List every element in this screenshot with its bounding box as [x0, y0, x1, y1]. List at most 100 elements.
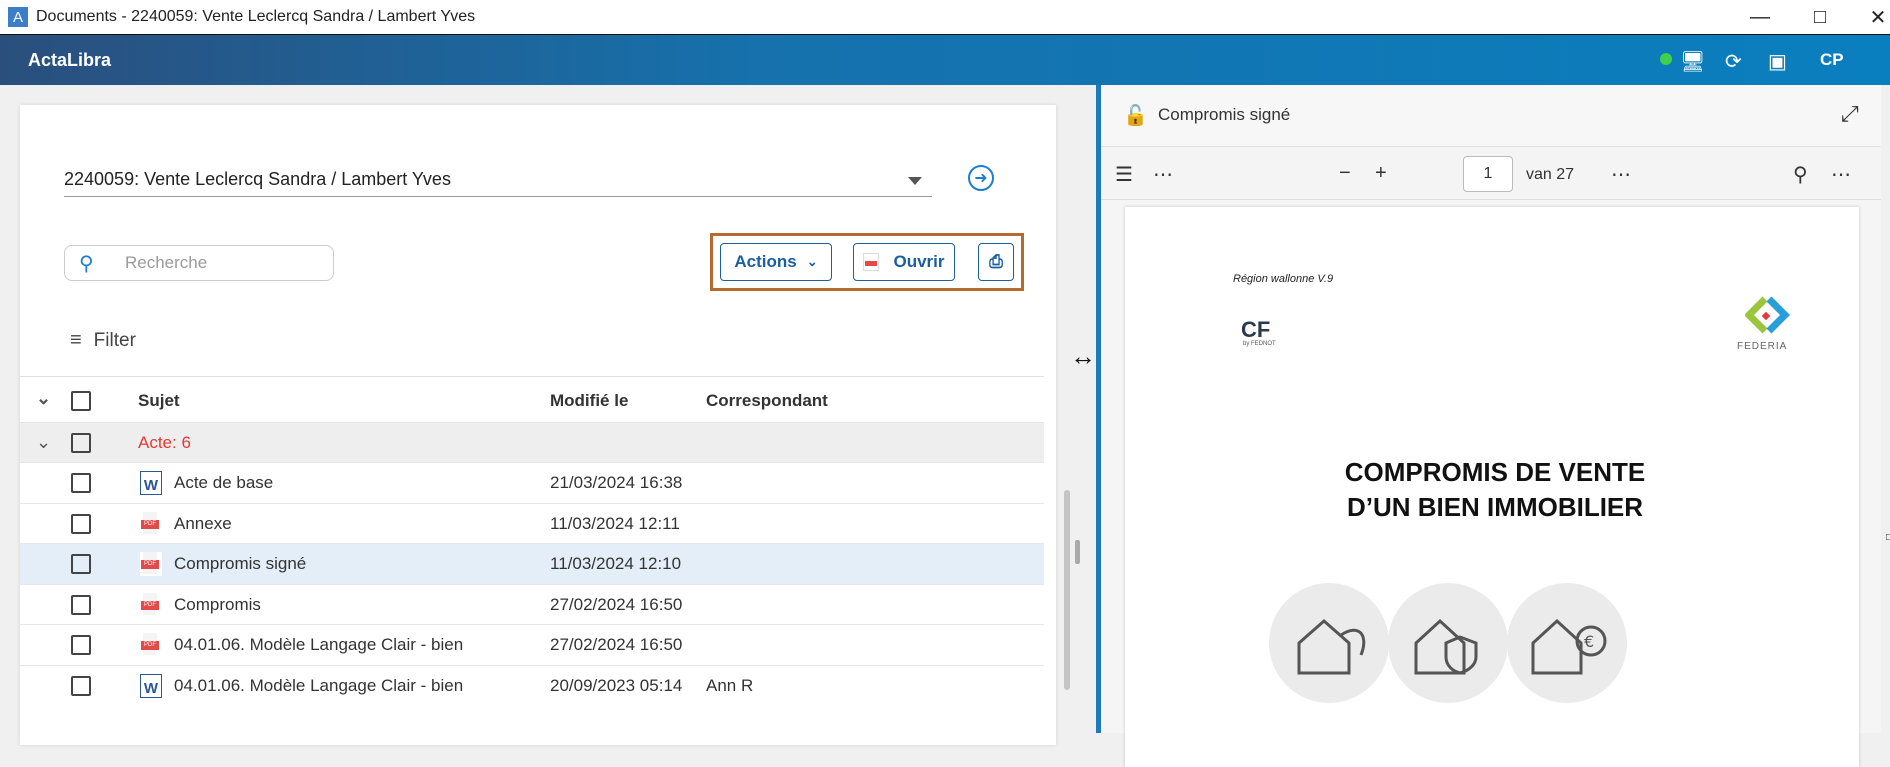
pdf-file-icon	[140, 511, 162, 536]
group-chevron-icon[interactable]: ⌄	[36, 432, 51, 453]
table-row[interactable]: W Acte de base 21/03/2024 16:38	[20, 462, 1044, 503]
search-box[interactable]: ⚲	[64, 245, 334, 281]
minimize-button[interactable]: —	[1730, 0, 1790, 34]
expand-icon[interactable]: ⤢	[1841, 101, 1859, 127]
row-checkbox[interactable]	[71, 635, 91, 655]
row-subject: Compromis	[174, 594, 261, 614]
group-label: Acte: 6	[138, 433, 191, 452]
table-header: ⌄ Sujet Modifié le Correspondant	[20, 376, 1044, 422]
documents-table: ⌄ Sujet Modifié le Correspondant ⌄ Acte:…	[20, 376, 1044, 705]
table-row[interactable]: 04.01.06. Modèle Langage Clair - bien si…	[20, 624, 1044, 665]
resize-handle-icon: □	[1886, 532, 1890, 543]
table-row[interactable]: Annexe 11/03/2024 12:11	[20, 502, 1044, 544]
row-checkbox[interactable]	[71, 594, 91, 615]
splitter-handle[interactable]	[1075, 540, 1080, 564]
region-label: Région wallonne V.9	[1233, 273, 1334, 285]
print-button[interactable]: ⎙	[978, 243, 1014, 281]
close-button[interactable]: ✕	[1848, 0, 1890, 34]
row-checkbox[interactable]	[71, 513, 91, 534]
outline-list-icon[interactable]: ☰	[1115, 162, 1133, 187]
actions-label: Actions	[734, 252, 797, 271]
row-modified: 20/09/2023 05:14	[550, 675, 683, 695]
more-icon[interactable]: ⋯	[1153, 162, 1173, 187]
column-correspondent[interactable]: Correspondant	[706, 391, 828, 411]
row-modified: 21/03/2024 16:38	[550, 473, 683, 492]
printer-icon: ⎙	[989, 252, 1003, 271]
app-name: ActaLibra	[28, 50, 112, 70]
row-modified: 11/03/2024 12:11	[550, 513, 680, 533]
user-avatar[interactable]: CP	[1820, 50, 1844, 70]
open-label: Ouvrir	[893, 252, 945, 271]
filter-icon: ≡	[70, 329, 82, 351]
lock-icon[interactable]: 🔓	[1123, 103, 1148, 128]
row-checkbox[interactable]	[71, 554, 91, 574]
pdf-icon	[863, 253, 880, 271]
maximize-button[interactable]: □	[1790, 0, 1850, 34]
dossier-select[interactable]: 2240059: Vente Leclercq Sandra / Lambert…	[64, 165, 932, 197]
page-number-input[interactable]: 1	[1463, 156, 1513, 192]
scrollbar[interactable]	[1064, 490, 1070, 690]
row-checkbox[interactable]	[71, 675, 91, 696]
resize-cursor-icon: ↔	[1070, 341, 1096, 371]
zoom-in-icon[interactable]: +	[1375, 162, 1387, 185]
table-row[interactable]: Compromis 27/02/2024 16:50	[20, 583, 1044, 625]
search-input[interactable]	[125, 252, 320, 274]
row-subject: Annexe	[174, 513, 232, 533]
heading-line-2: D’UN BIEN IMMOBILIER	[1346, 492, 1644, 522]
svg-text:€: €	[1584, 632, 1594, 651]
word-file-icon: W	[140, 673, 162, 698]
more-icon[interactable]: ⋯	[1831, 162, 1851, 187]
actions-button[interactable]: Actions ⌄	[720, 243, 832, 281]
computer-icon[interactable]: 🖥	[1680, 49, 1705, 74]
zoom-out-icon[interactable]: −	[1339, 162, 1351, 185]
dossier-value: 2240059: Vente Leclercq Sandra / Lambert…	[64, 169, 451, 189]
federia-label: FEDERIA	[1737, 341, 1788, 352]
row-modified: 27/02/2024 16:50	[550, 594, 683, 614]
word-file-icon: W	[140, 471, 162, 495]
pdf-file-icon	[140, 592, 162, 617]
chevron-down-icon: ⌄	[806, 254, 818, 269]
column-modified[interactable]: Modifié le	[550, 391, 628, 411]
row-correspondent: Ann R	[706, 675, 754, 695]
table-row[interactable]: Compromis signé 11/03/2024 12:10	[20, 543, 1044, 584]
row-subject: 04.01.06. Modèle Langage Clair - bien si…	[174, 635, 464, 654]
search-icon: ⚲	[79, 253, 94, 275]
house-leaf-icon	[1269, 583, 1389, 703]
row-subject: Compromis signé	[174, 554, 307, 573]
row-checkbox[interactable]	[71, 473, 91, 493]
viewer-header: 🔓 Compromis signé ⤢	[1101, 85, 1881, 147]
group-checkbox[interactable]	[71, 433, 91, 453]
cf-logo: CF	[1241, 317, 1271, 342]
filter-label: Filter	[93, 329, 136, 351]
table-row[interactable]: W 04.01.06. Modèle Langage Clair - bien s…	[20, 664, 1044, 706]
filter-button[interactable]: ≡ Filter	[70, 329, 136, 352]
app-icon: A	[8, 7, 28, 27]
refresh-icon[interactable]: ⟳	[1725, 49, 1742, 74]
page-count: van 27	[1526, 166, 1575, 183]
federia-logo-icon	[1745, 296, 1790, 334]
row-subject: Acte de base	[174, 473, 274, 492]
pdf-file-icon	[140, 552, 162, 576]
app-bar: ActaLibra 🖥 ⟳ ▣ CP	[0, 34, 1890, 85]
window-icon[interactable]: ▣	[1768, 49, 1787, 74]
document-heading: COMPROMIS DE VENTE D’UN BIEN IMMOBILIER	[1275, 455, 1715, 525]
go-arrow-icon[interactable]: ➜	[968, 165, 994, 191]
select-all-checkbox[interactable]	[71, 391, 91, 411]
open-button[interactable]: Ouvrir	[853, 243, 955, 281]
expand-all-chevron-icon[interactable]: ⌄	[36, 388, 51, 409]
house-euro-icon: €	[1507, 583, 1627, 703]
document-viewer: 🔓 Compromis signé ⤢ ☰ ⋯ − + 1 van 27 ⋯ ⚲…	[1101, 85, 1881, 767]
row-modified: 27/02/2024 16:50	[550, 635, 683, 654]
documents-panel: 2240059: Vente Leclercq Sandra / Lambert…	[20, 105, 1070, 745]
row-subject: 04.01.06. Modèle Langage Clair - bien si…	[174, 675, 464, 695]
pdf-toolbar: ☰ ⋯ − + 1 van 27 ⋯ ⚲ ⋯	[1101, 148, 1881, 200]
house-shield-icon	[1388, 583, 1508, 703]
heading-line-1: COMPROMIS DE VENTE	[1344, 457, 1646, 487]
online-status-icon	[1660, 53, 1672, 65]
more-icon[interactable]: ⋯	[1611, 162, 1631, 187]
group-row[interactable]: ⌄ Acte: 6	[20, 422, 1044, 462]
row-modified: 11/03/2024 12:10	[550, 554, 682, 573]
dropdown-arrow-icon[interactable]	[908, 177, 922, 185]
column-subject[interactable]: Sujet	[138, 391, 180, 411]
search-icon[interactable]: ⚲	[1793, 162, 1808, 187]
